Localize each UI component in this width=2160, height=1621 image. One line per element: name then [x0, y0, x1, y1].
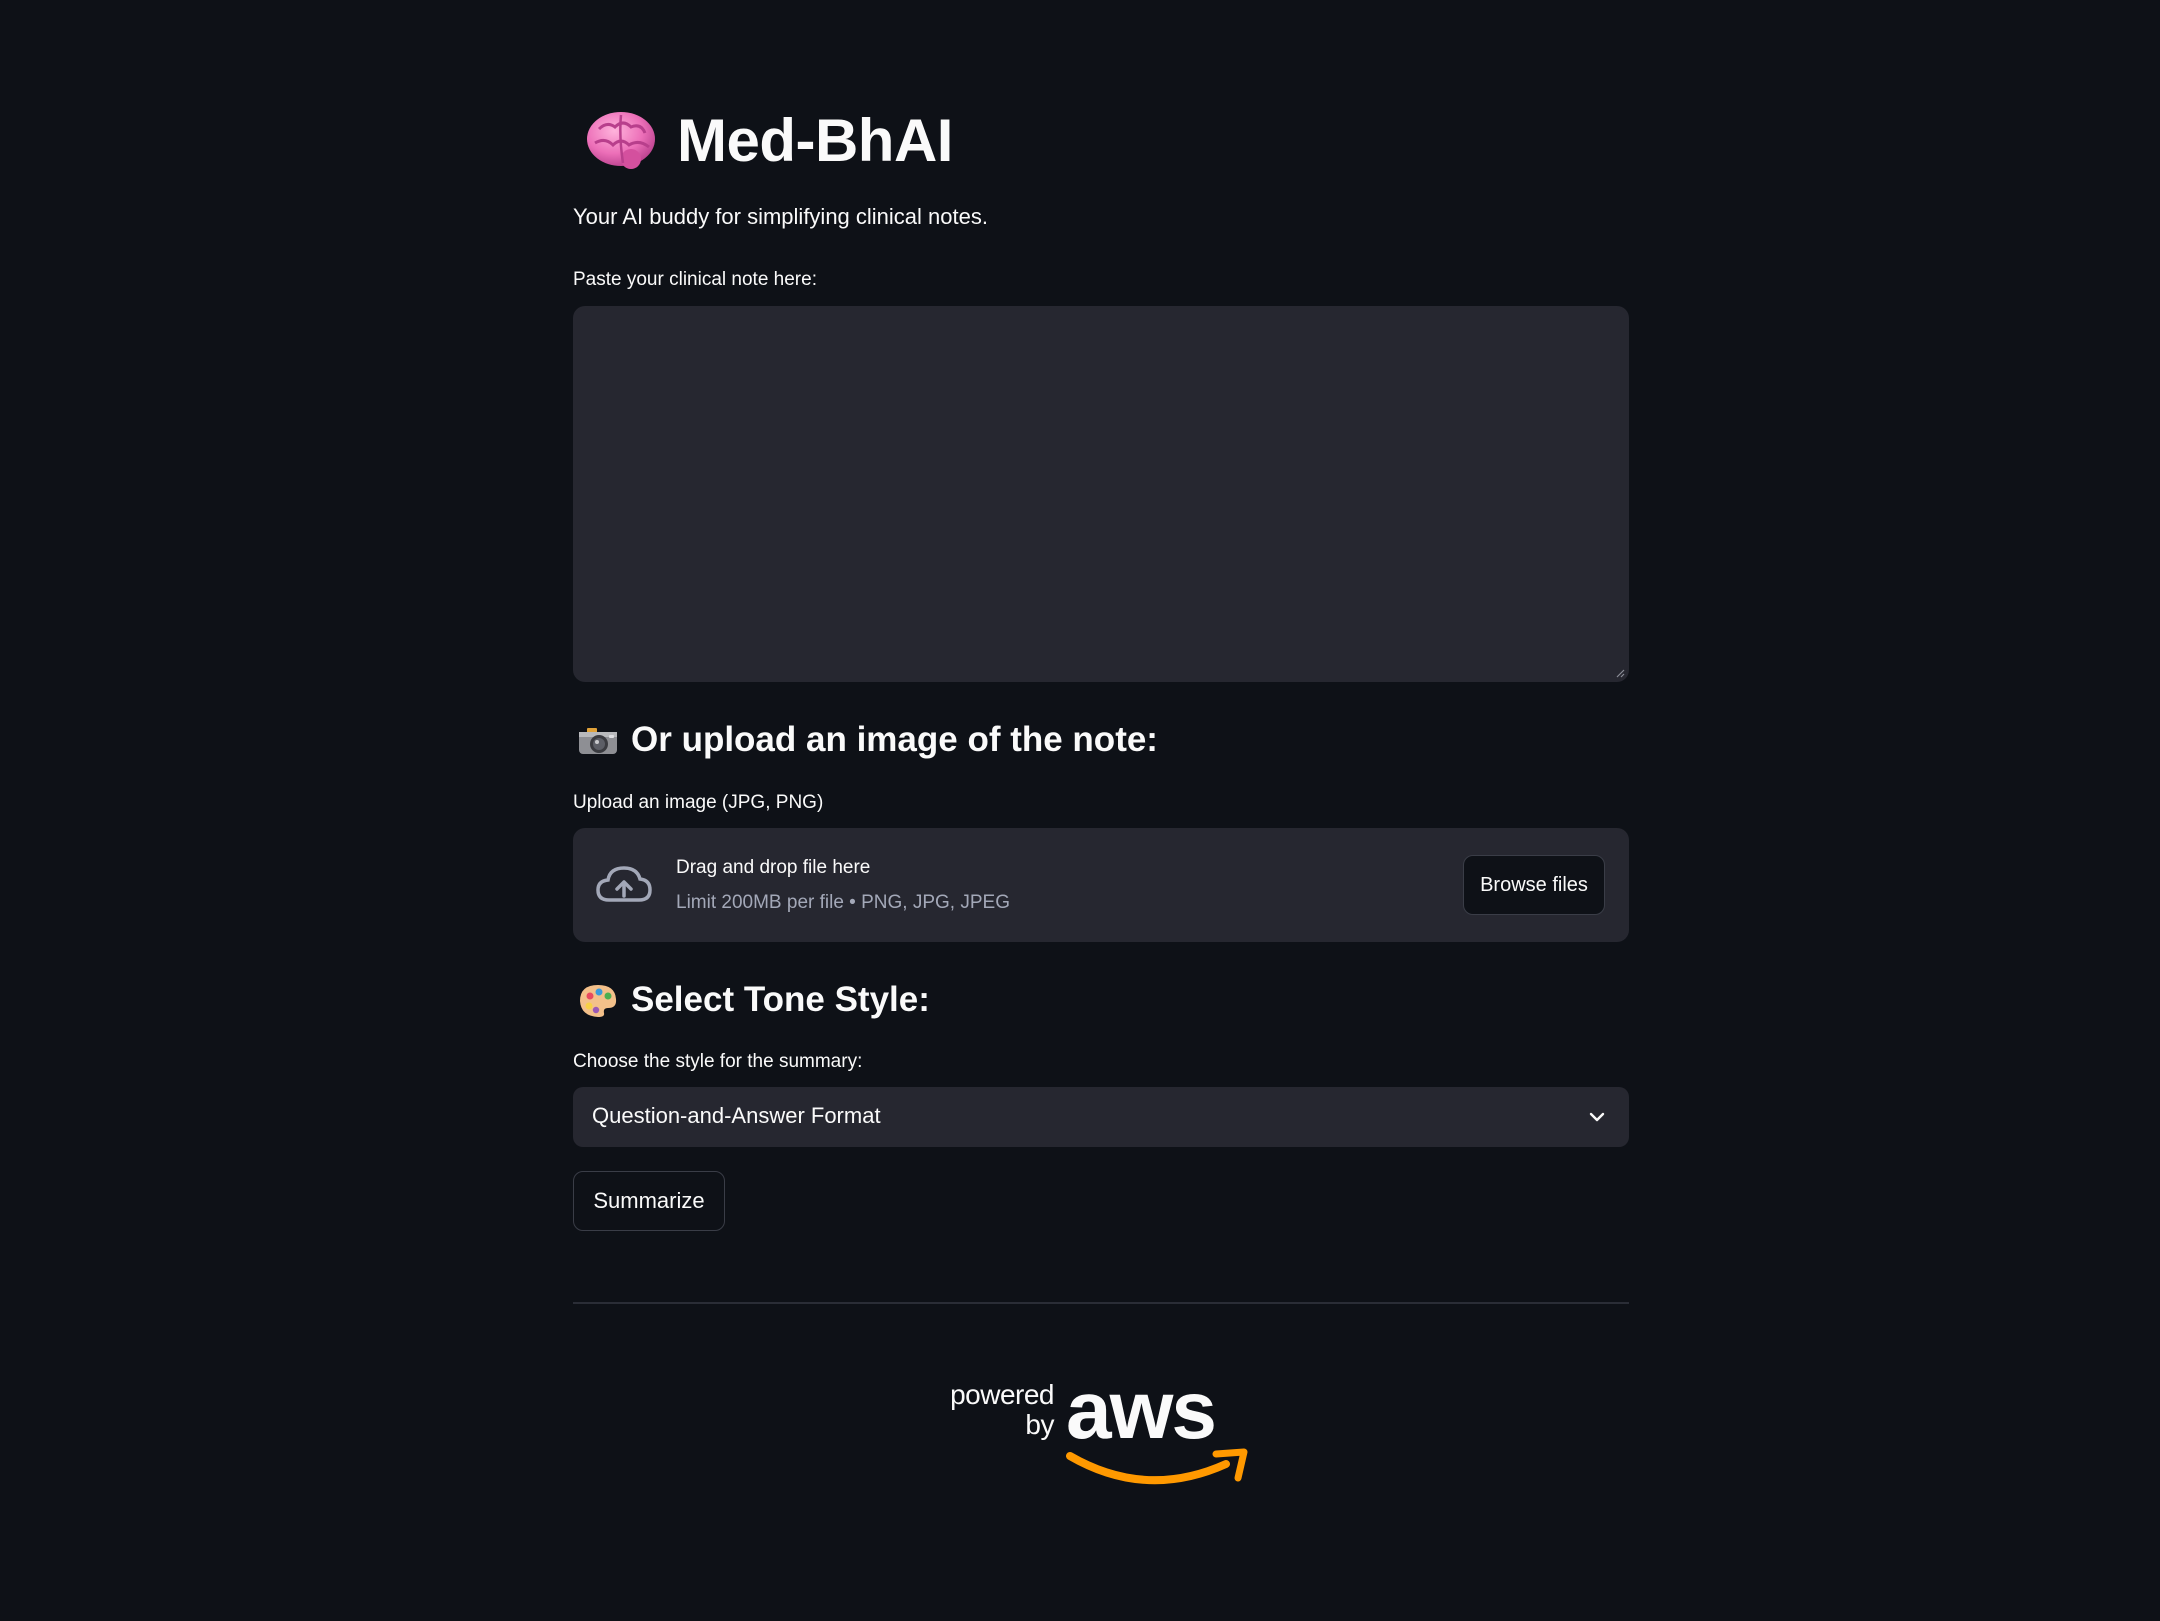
upload-section-heading: Or upload an image of the note: — [573, 715, 1158, 765]
summarize-button[interactable]: Summarize — [573, 1171, 725, 1231]
palette-icon — [580, 985, 617, 1017]
tone-section-heading: Select Tone Style: — [573, 975, 930, 1025]
resize-handle-icon[interactable] — [1615, 668, 1625, 678]
tone-style-select[interactable]: Question-and-Answer Format — [573, 1087, 1629, 1147]
upload-heading-text: Or upload an image of the note: — [631, 720, 1158, 759]
clinical-note-textarea[interactable] — [573, 306, 1629, 682]
browse-files-button[interactable]: Browse files — [1463, 855, 1605, 915]
tone-select-value: Question-and-Answer Format — [592, 1103, 881, 1128]
camera-icon — [579, 728, 617, 754]
upload-label: Upload an image (JPG, PNG) — [573, 792, 824, 813]
chevron-down-icon — [1589, 1112, 1605, 1122]
page-title: Med-BhAI — [677, 106, 953, 174]
brain-icon — [587, 112, 655, 169]
note-input-label: Paste your clinical note here: — [573, 269, 817, 290]
file-dropzone[interactable]: Drag and drop file here Limit 200MB per … — [573, 828, 1629, 942]
powered-by-text: powered by — [950, 1379, 1054, 1440]
tone-select-label: Choose the style for the summary: — [573, 1051, 863, 1072]
page-header: Med-BhAI — [573, 100, 953, 180]
tone-heading-text: Select Tone Style: — [631, 980, 930, 1019]
page-subtitle: Your AI buddy for simplifying clinical n… — [573, 204, 988, 229]
dropzone-limit-text: Limit 200MB per file • PNG, JPG, JPEG — [676, 892, 1010, 913]
footer-divider — [573, 1302, 1629, 1304]
cloud-upload-icon — [596, 866, 652, 902]
powered-by-aws-logo: powered by aws — [946, 1365, 1256, 1495]
aws-smile-icon — [1066, 1448, 1248, 1485]
dropzone-title: Drag and drop file here — [676, 857, 871, 878]
